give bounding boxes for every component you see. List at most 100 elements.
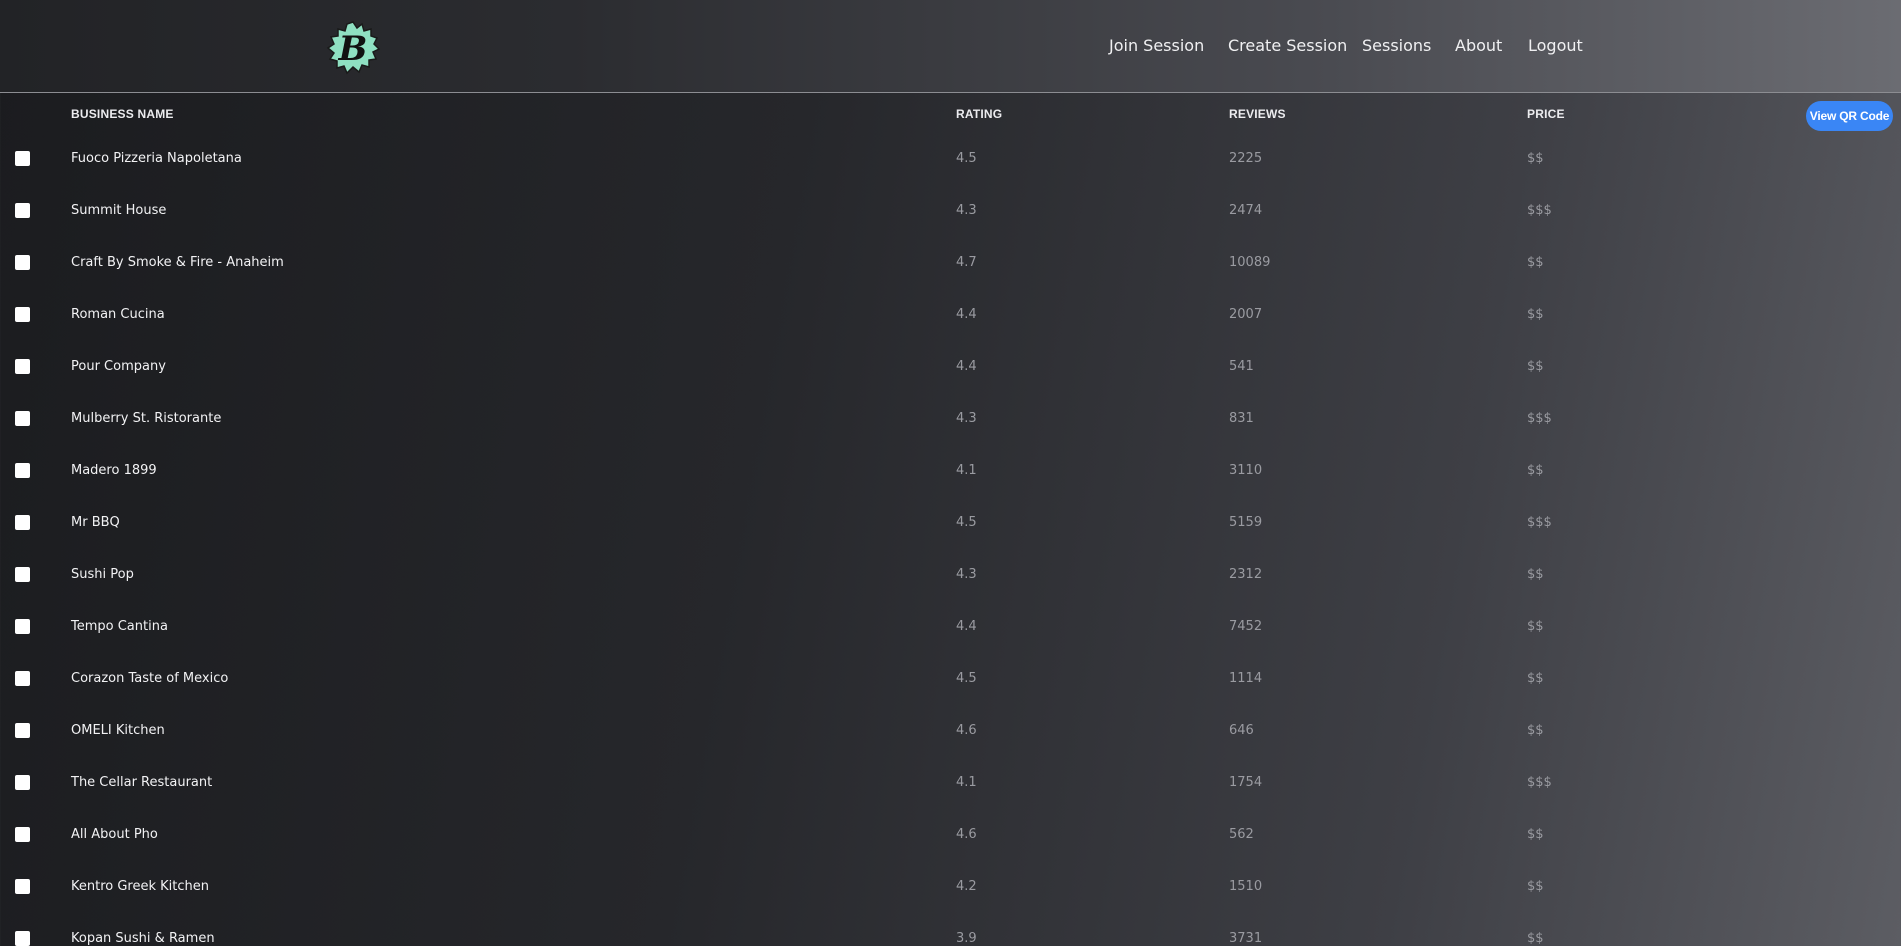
table-row[interactable]: Fuoco Pizzeria Napoletana 4.5 2225 $$ <box>0 139 1901 179</box>
row-select-checkbox[interactable] <box>15 463 30 478</box>
nav-sessions[interactable]: Sessions <box>1362 34 1431 58</box>
rating-cell: 4.1 <box>956 775 977 790</box>
table-row[interactable]: OMELI Kitchen 4.6 646 $$ <box>0 711 1901 751</box>
price-cell: $$ <box>1527 567 1544 582</box>
reviews-cell: 10089 <box>1229 255 1271 270</box>
row-select-checkbox[interactable] <box>15 567 30 582</box>
rating-cell: 4.5 <box>956 151 977 166</box>
rating-cell: 4.5 <box>956 515 977 530</box>
table-row[interactable]: Summit House 4.3 2474 $$$ <box>0 191 1901 231</box>
column-header-price[interactable]: PRICE <box>1527 107 1565 121</box>
row-select-checkbox[interactable] <box>15 671 30 686</box>
rating-cell: 4.1 <box>956 463 977 478</box>
column-header-rating[interactable]: RATING <box>956 107 1002 121</box>
row-select-checkbox[interactable] <box>15 723 30 738</box>
nav-about[interactable]: About <box>1455 34 1502 58</box>
rating-cell: 4.3 <box>956 567 977 582</box>
row-select-checkbox[interactable] <box>15 203 30 218</box>
rating-cell: 4.6 <box>956 827 977 842</box>
view-qr-code-button[interactable]: View QR Code <box>1806 101 1893 131</box>
business-name-cell: Craft By Smoke & Fire - Anaheim <box>71 255 284 270</box>
nav-create-session[interactable]: Create Session <box>1228 34 1347 58</box>
row-select-checkbox[interactable] <box>15 359 30 374</box>
price-cell: $$ <box>1527 723 1544 738</box>
row-select-checkbox[interactable] <box>15 515 30 530</box>
price-cell: $$ <box>1527 307 1544 322</box>
table-row[interactable]: All About Pho 4.6 562 $$ <box>0 815 1901 855</box>
business-name-cell: The Cellar Restaurant <box>71 775 213 790</box>
table-row[interactable]: Madero 1899 4.1 3110 $$ <box>0 451 1901 491</box>
table-row[interactable]: Mr BBQ 4.5 5159 $$$ <box>0 503 1901 543</box>
price-cell: $$ <box>1527 151 1544 166</box>
price-cell: $$ <box>1527 671 1544 686</box>
price-cell: $$ <box>1527 931 1544 946</box>
row-select-checkbox[interactable] <box>15 151 30 166</box>
business-name-cell: OMELI Kitchen <box>71 723 165 738</box>
table-row[interactable]: Pour Company 4.4 541 $$ <box>0 347 1901 387</box>
price-cell: $$ <box>1527 359 1544 374</box>
price-cell: $$ <box>1527 879 1544 894</box>
reviews-cell: 1754 <box>1229 775 1263 790</box>
reviews-cell: 646 <box>1229 723 1254 738</box>
row-select-checkbox[interactable] <box>15 411 30 426</box>
business-name-cell: Kentro Greek Kitchen <box>71 879 210 894</box>
table-row[interactable]: Kopan Sushi & Ramen 3.9 3731 $$ <box>0 919 1901 946</box>
reviews-cell: 2007 <box>1229 307 1263 322</box>
price-cell: $$$ <box>1527 515 1552 530</box>
reviews-cell: 2312 <box>1229 567 1263 582</box>
table-row[interactable]: Mulberry St. Ristorante 4.3 831 $$$ <box>0 399 1901 439</box>
nav-join-session[interactable]: Join Session <box>1109 34 1204 58</box>
row-select-checkbox[interactable] <box>15 827 30 842</box>
reviews-cell: 831 <box>1229 411 1254 426</box>
top-navbar: B Join Session Create Session Sessions A… <box>0 0 1901 93</box>
business-name-cell: Sushi Pop <box>71 567 134 582</box>
table-row[interactable]: Roman Cucina 4.4 2007 $$ <box>0 295 1901 335</box>
reviews-cell: 2225 <box>1229 151 1263 166</box>
business-name-cell: Summit House <box>71 203 167 218</box>
business-name-cell: Madero 1899 <box>71 463 157 478</box>
row-select-checkbox[interactable] <box>15 931 30 946</box>
rating-cell: 4.3 <box>956 411 977 426</box>
row-select-checkbox[interactable] <box>15 619 30 634</box>
rating-cell: 4.4 <box>956 619 977 634</box>
rating-cell: 4.4 <box>956 359 977 374</box>
business-name-cell: Tempo Cantina <box>71 619 168 634</box>
rating-cell: 4.5 <box>956 671 977 686</box>
table-row[interactable]: Sushi Pop 4.3 2312 $$ <box>0 555 1901 595</box>
column-header-business-name[interactable]: BUSINESS NAME <box>71 107 174 121</box>
table-row[interactable]: The Cellar Restaurant 4.1 1754 $$$ <box>0 763 1901 803</box>
rating-cell: 4.4 <box>956 307 977 322</box>
reviews-cell: 7452 <box>1229 619 1263 634</box>
reviews-cell: 5159 <box>1229 515 1263 530</box>
price-cell: $$ <box>1527 463 1544 478</box>
app-logo[interactable]: B <box>326 20 380 76</box>
row-select-checkbox[interactable] <box>15 255 30 270</box>
rating-cell: 4.6 <box>956 723 977 738</box>
nav-logout[interactable]: Logout <box>1528 34 1583 58</box>
reviews-cell: 562 <box>1229 827 1254 842</box>
price-cell: $$$ <box>1527 203 1552 218</box>
business-name-cell: All About Pho <box>71 827 158 842</box>
table-row[interactable]: Tempo Cantina 4.4 7452 $$ <box>0 607 1901 647</box>
business-name-cell: Corazon Taste of Mexico <box>71 671 229 686</box>
price-cell: $$ <box>1527 827 1544 842</box>
row-select-checkbox[interactable] <box>15 307 30 322</box>
table-row[interactable]: Kentro Greek Kitchen 4.2 1510 $$ <box>0 867 1901 907</box>
row-select-checkbox[interactable] <box>15 879 30 894</box>
price-cell: $$$ <box>1527 775 1552 790</box>
table-row[interactable]: Craft By Smoke & Fire - Anaheim 4.7 10089 $… <box>0 243 1901 283</box>
rating-cell: 3.9 <box>956 931 977 946</box>
logo-letter: B <box>338 29 368 69</box>
business-name-cell: Fuoco Pizzeria Napoletana <box>71 151 242 166</box>
column-header-reviews[interactable]: REVIEWS <box>1229 107 1286 121</box>
rating-cell: 4.7 <box>956 255 977 270</box>
reviews-cell: 1114 <box>1229 671 1263 686</box>
business-name-cell: Mr BBQ <box>71 515 120 530</box>
price-cell: $$ <box>1527 619 1544 634</box>
business-name-cell: Mulberry St. Ristorante <box>71 411 222 426</box>
row-select-checkbox[interactable] <box>15 775 30 790</box>
table-row[interactable]: Corazon Taste of Mexico 4.5 1114 $$ <box>0 659 1901 699</box>
rating-cell: 4.3 <box>956 203 977 218</box>
business-name-cell: Kopan Sushi & Ramen <box>71 931 215 946</box>
price-cell: $$$ <box>1527 411 1552 426</box>
